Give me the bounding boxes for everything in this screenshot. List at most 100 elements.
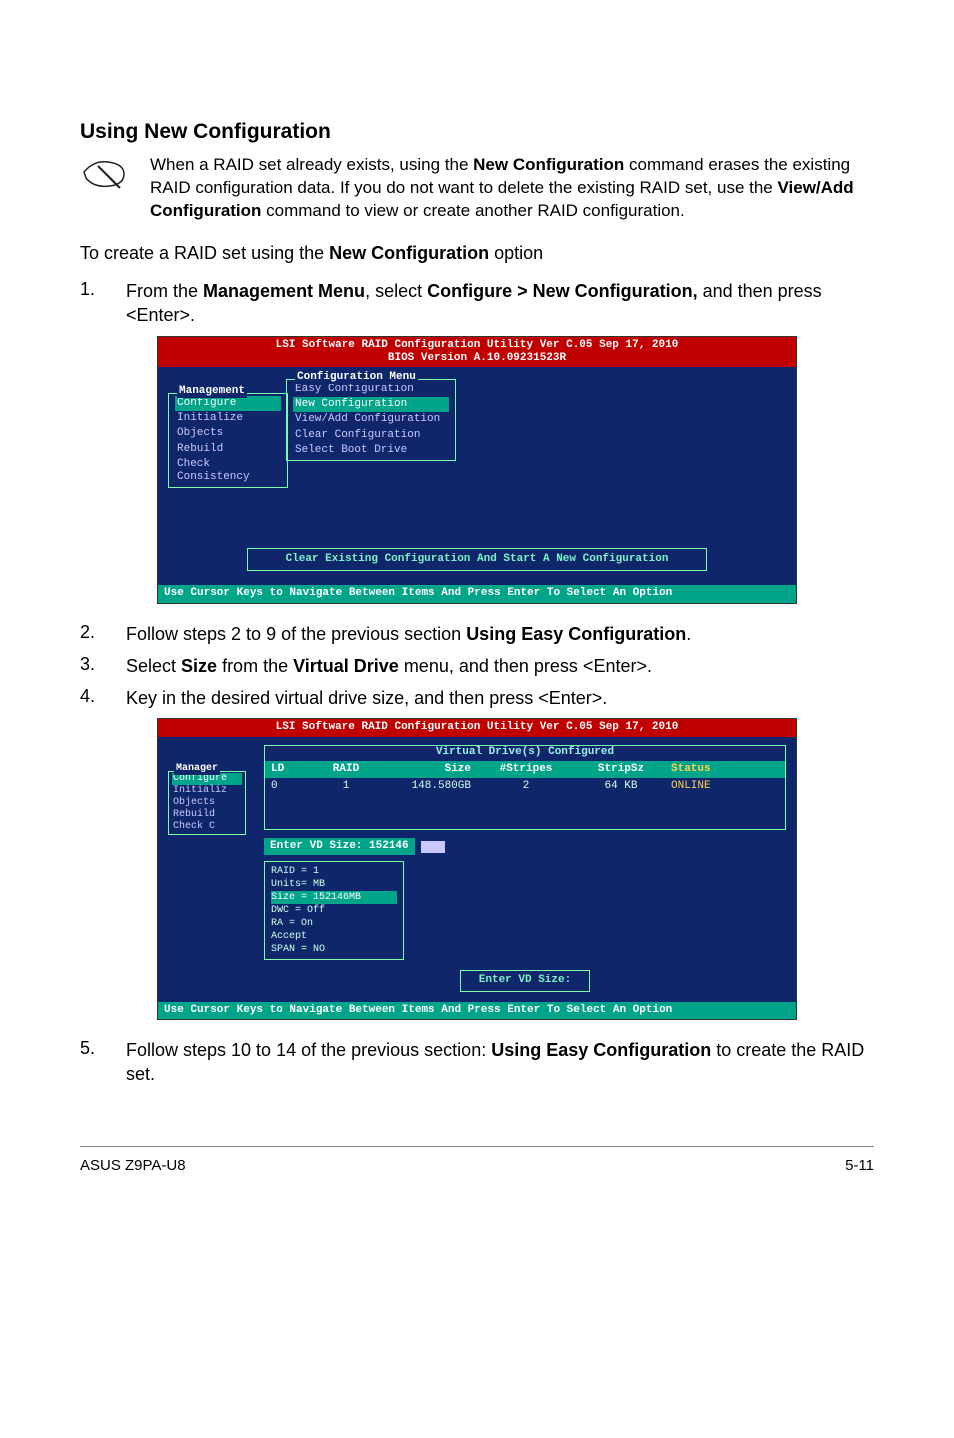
footer-right: 5-11 (845, 1157, 874, 1174)
col-status: Status (671, 763, 771, 776)
cfg-units[interactable]: Units= MB (271, 878, 397, 891)
s1-b1: Management Menu (203, 281, 365, 301)
step-2: 2. Follow steps 2 to 9 of the previous s… (80, 622, 874, 646)
intro-text: To create a RAID set using the New Confi… (80, 241, 874, 265)
vd-header-row: LD RAID Size #Stripes StripSz Status (265, 761, 785, 778)
b2-rebuild[interactable]: Rebuild (172, 809, 242, 821)
cfg-ra[interactable]: RA = On (271, 917, 397, 930)
step-2-text: Follow steps 2 to 9 of the previous sect… (126, 622, 691, 646)
vd-title: Virtual Drive(s) Configured (265, 746, 785, 761)
s1-p1: From the (126, 281, 203, 301)
step-5-text: Follow steps 10 to 14 of the previous se… (126, 1038, 874, 1087)
management-menu-label: Management (177, 385, 247, 398)
col-stripes: #Stripes (481, 763, 571, 776)
footer-left: ASUS Z9PA-U8 (80, 1157, 186, 1174)
step-4-num: 4. (80, 686, 126, 710)
row-stripes: 2 (481, 780, 571, 793)
enter-vd-label: Enter VD Size: 152146 (264, 838, 415, 855)
row-size: 148.580GB (381, 780, 481, 793)
conf-easy[interactable]: Easy Configuration (293, 382, 449, 397)
bios1-body: Management Configure Initialize Objects … (158, 367, 796, 585)
enter-vd-prompt: Enter VD Size: (460, 970, 590, 991)
cfg-size[interactable]: Size = 152146MB (271, 891, 397, 904)
bios-screenshot-2: LSI Software RAID Configuration Utility … (157, 718, 797, 1019)
step-1: 1. From the Management Menu, select Conf… (80, 279, 874, 328)
cfg-accept[interactable]: Accept (271, 930, 397, 943)
s5-p1: Follow steps 10 to 14 of the previous se… (126, 1040, 491, 1060)
bios2-header: LSI Software RAID Configuration Utility … (158, 719, 796, 736)
enter-vd-size-row: Enter VD Size: 152146 (264, 834, 786, 859)
note-text: When a RAID set already exists, using th… (150, 154, 874, 223)
step-4: 4. Key in the desired virtual drive size… (80, 686, 874, 710)
enter-vd-label-text: Enter VD Size: (270, 840, 362, 852)
col-size: Size (381, 763, 481, 776)
intro-b1: New Configuration (329, 243, 489, 263)
cursor-icon (421, 841, 445, 853)
bios2-mgmt-label: Manager (174, 763, 220, 775)
bios1-header-line2: BIOS Version A.10.09231523R (162, 352, 792, 365)
b2-initialize[interactable]: Initializ (172, 785, 242, 797)
vd-data-row: 0 1 148.580GB 2 64 KB ONLINE (265, 778, 785, 795)
step-1-num: 1. (80, 279, 126, 328)
row-status: ONLINE (671, 780, 771, 793)
bios1-footer: Use Cursor Keys to Navigate Between Item… (158, 585, 796, 602)
step-3-num: 3. (80, 654, 126, 678)
bios1-menu-group: Management Configure Initialize Objects … (168, 375, 786, 488)
s3-b2: Virtual Drive (293, 656, 399, 676)
configuration-menu-label: Configuration Menu (295, 371, 418, 384)
step-3: 3. Select Size from the Virtual Drive me… (80, 654, 874, 678)
conf-new[interactable]: New Configuration (293, 397, 449, 412)
row-raid: 1 (311, 780, 381, 793)
col-ld: LD (271, 763, 311, 776)
cfg-span[interactable]: SPAN = NO (271, 943, 397, 956)
step-5-num: 5. (80, 1038, 126, 1087)
cfg-dwc[interactable]: DWC = Off (271, 904, 397, 917)
configuration-menu: Configuration Menu Easy Configuration Ne… (286, 379, 456, 461)
step-5: 5. Follow steps 10 to 14 of the previous… (80, 1038, 874, 1087)
cfg-raid[interactable]: RAID = 1 (271, 865, 397, 878)
s1-b2: Configure > New Configuration, (427, 281, 698, 301)
bios-screenshot-1: LSI Software RAID Configuration Utility … (157, 336, 797, 604)
conf-view-add[interactable]: View/Add Configuration (293, 412, 449, 427)
conf-select-boot[interactable]: Select Boot Drive (293, 443, 449, 458)
mgmt-configure[interactable]: Configure (175, 396, 281, 411)
s2-b1: Using Easy Configuration (466, 624, 686, 644)
mgmt-check-consistency[interactable]: Check Consistency (175, 457, 281, 485)
b2-objects[interactable]: Objects (172, 797, 242, 809)
intro-p2: option (489, 243, 543, 263)
note-b1: New Configuration (473, 155, 624, 174)
note-row: When a RAID set already exists, using th… (80, 154, 874, 223)
bios2-footer: Use Cursor Keys to Navigate Between Item… (158, 1002, 796, 1019)
mgmt-rebuild[interactable]: Rebuild (175, 442, 281, 457)
vd-table: Virtual Drive(s) Configured LD RAID Size… (264, 745, 786, 831)
bios2-left-menu: Manager Configure Initializ Objects Rebu… (168, 771, 246, 835)
row-stripsz: 64 KB (571, 780, 671, 793)
bios1-header-line1: LSI Software RAID Configuration Utility … (162, 339, 792, 352)
s5-b1: Using Easy Configuration (491, 1040, 711, 1060)
page: Using New Configuration When a RAID set … (0, 0, 954, 1378)
mgmt-objects[interactable]: Objects (175, 426, 281, 441)
b2-check[interactable]: Check C (172, 821, 242, 833)
s3-p3: menu, and then press <Enter>. (399, 656, 652, 676)
bios1-message: Clear Existing Configuration And Start A… (247, 548, 707, 571)
col-stripsz: StripSz (571, 763, 671, 776)
note-p3: command to view or create another RAID c… (261, 201, 684, 220)
step-3-text: Select Size from the Virtual Drive menu,… (126, 654, 652, 678)
s2-p1: Follow steps 2 to 9 of the previous sect… (126, 624, 466, 644)
step-2-num: 2. (80, 622, 126, 646)
step-4-text: Key in the desired virtual drive size, a… (126, 686, 607, 710)
mgmt-initialize[interactable]: Initialize (175, 411, 281, 426)
note-p1: When a RAID set already exists, using th… (150, 155, 473, 174)
enter-vd-value[interactable]: 152146 (369, 840, 409, 852)
s3-p2: from the (217, 656, 293, 676)
conf-clear[interactable]: Clear Configuration (293, 428, 449, 443)
step-1-text: From the Management Menu, select Configu… (126, 279, 874, 328)
page-footer: ASUS Z9PA-U8 5-11 (80, 1146, 874, 1174)
s1-p2: , select (365, 281, 427, 301)
bios2-body: Manager Configure Initializ Objects Rebu… (158, 737, 796, 1002)
s3-b1: Size (181, 656, 217, 676)
management-menu: Management Configure Initialize Objects … (168, 393, 288, 488)
bios2-header-line1: LSI Software RAID Configuration Utility … (162, 721, 792, 734)
intro-p1: To create a RAID set using the (80, 243, 329, 263)
bios1-header: LSI Software RAID Configuration Utility … (158, 337, 796, 367)
